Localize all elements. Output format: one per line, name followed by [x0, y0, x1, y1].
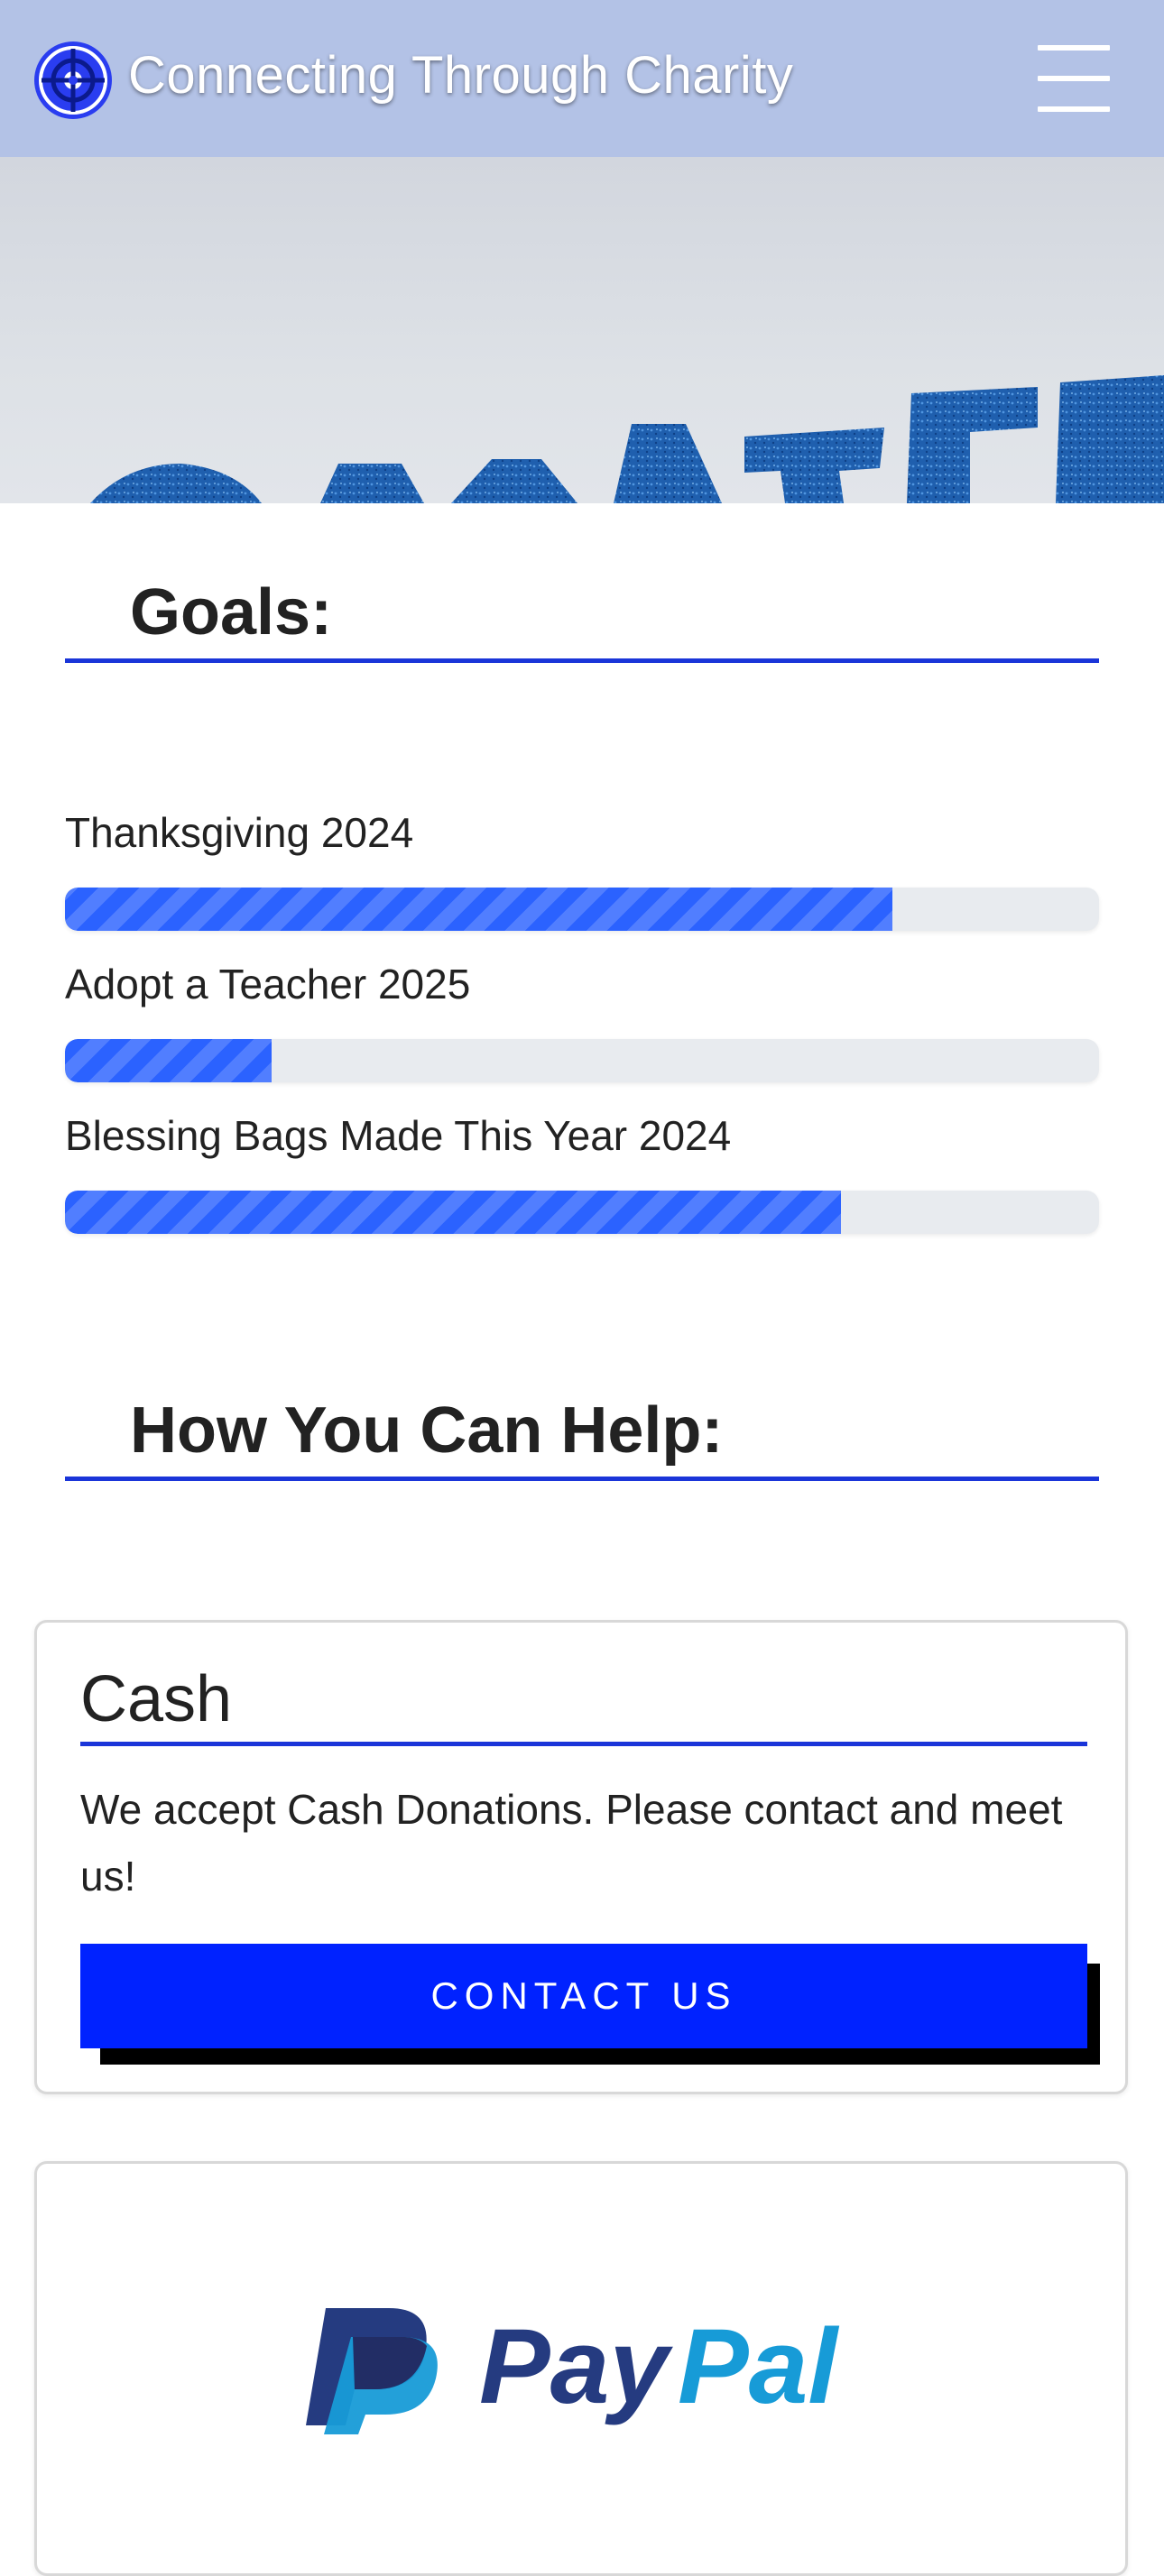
navbar: Connecting Through Charity: [0, 0, 1164, 157]
progress-fill: [65, 1039, 273, 1082]
paypal-pal-text: Pal: [678, 2307, 839, 2426]
goal-progress-bar: [65, 1191, 1099, 1234]
goal-progress-bar: [65, 1039, 1099, 1082]
progress-fill: [65, 1191, 841, 1234]
hamburger-menu-icon[interactable]: [1038, 45, 1110, 112]
cash-card-text: We accept Cash Donations. Please contact…: [80, 1786, 1063, 1900]
cash-card-title: Cash: [80, 1662, 1087, 1746]
goal-label: Thanksgiving 2024: [65, 809, 414, 856]
paypal-logo-icon[interactable]: Pay Pal: [299, 2290, 894, 2434]
goals-heading: Goals:: [130, 576, 333, 649]
help-heading-block: How You Can Help:: [65, 1394, 1099, 1481]
contact-us-button[interactable]: CONTACT US: [80, 1944, 1087, 2048]
paypal-card[interactable]: Pay Pal: [34, 2161, 1128, 2576]
donate-banner-graphic: [90, 375, 1164, 503]
goal-label: Adopt a Teacher 2025: [65, 961, 471, 1007]
paypal-pay-text: Pay: [479, 2307, 673, 2426]
crosshair-globe-icon[interactable]: [32, 40, 114, 121]
goal-label: Blessing Bags Made This Year 2024: [65, 1112, 732, 1159]
help-heading: How You Can Help:: [130, 1394, 724, 1467]
site-title[interactable]: Connecting Through Charity: [128, 45, 793, 106]
goals-heading-block: Goals:: [65, 575, 1099, 663]
goal-progress-bar: [65, 888, 1099, 931]
hero-image: [0, 157, 1164, 503]
cash-card: Cash We accept Cash Donations. Please co…: [34, 1620, 1128, 2094]
progress-fill: [65, 888, 892, 931]
